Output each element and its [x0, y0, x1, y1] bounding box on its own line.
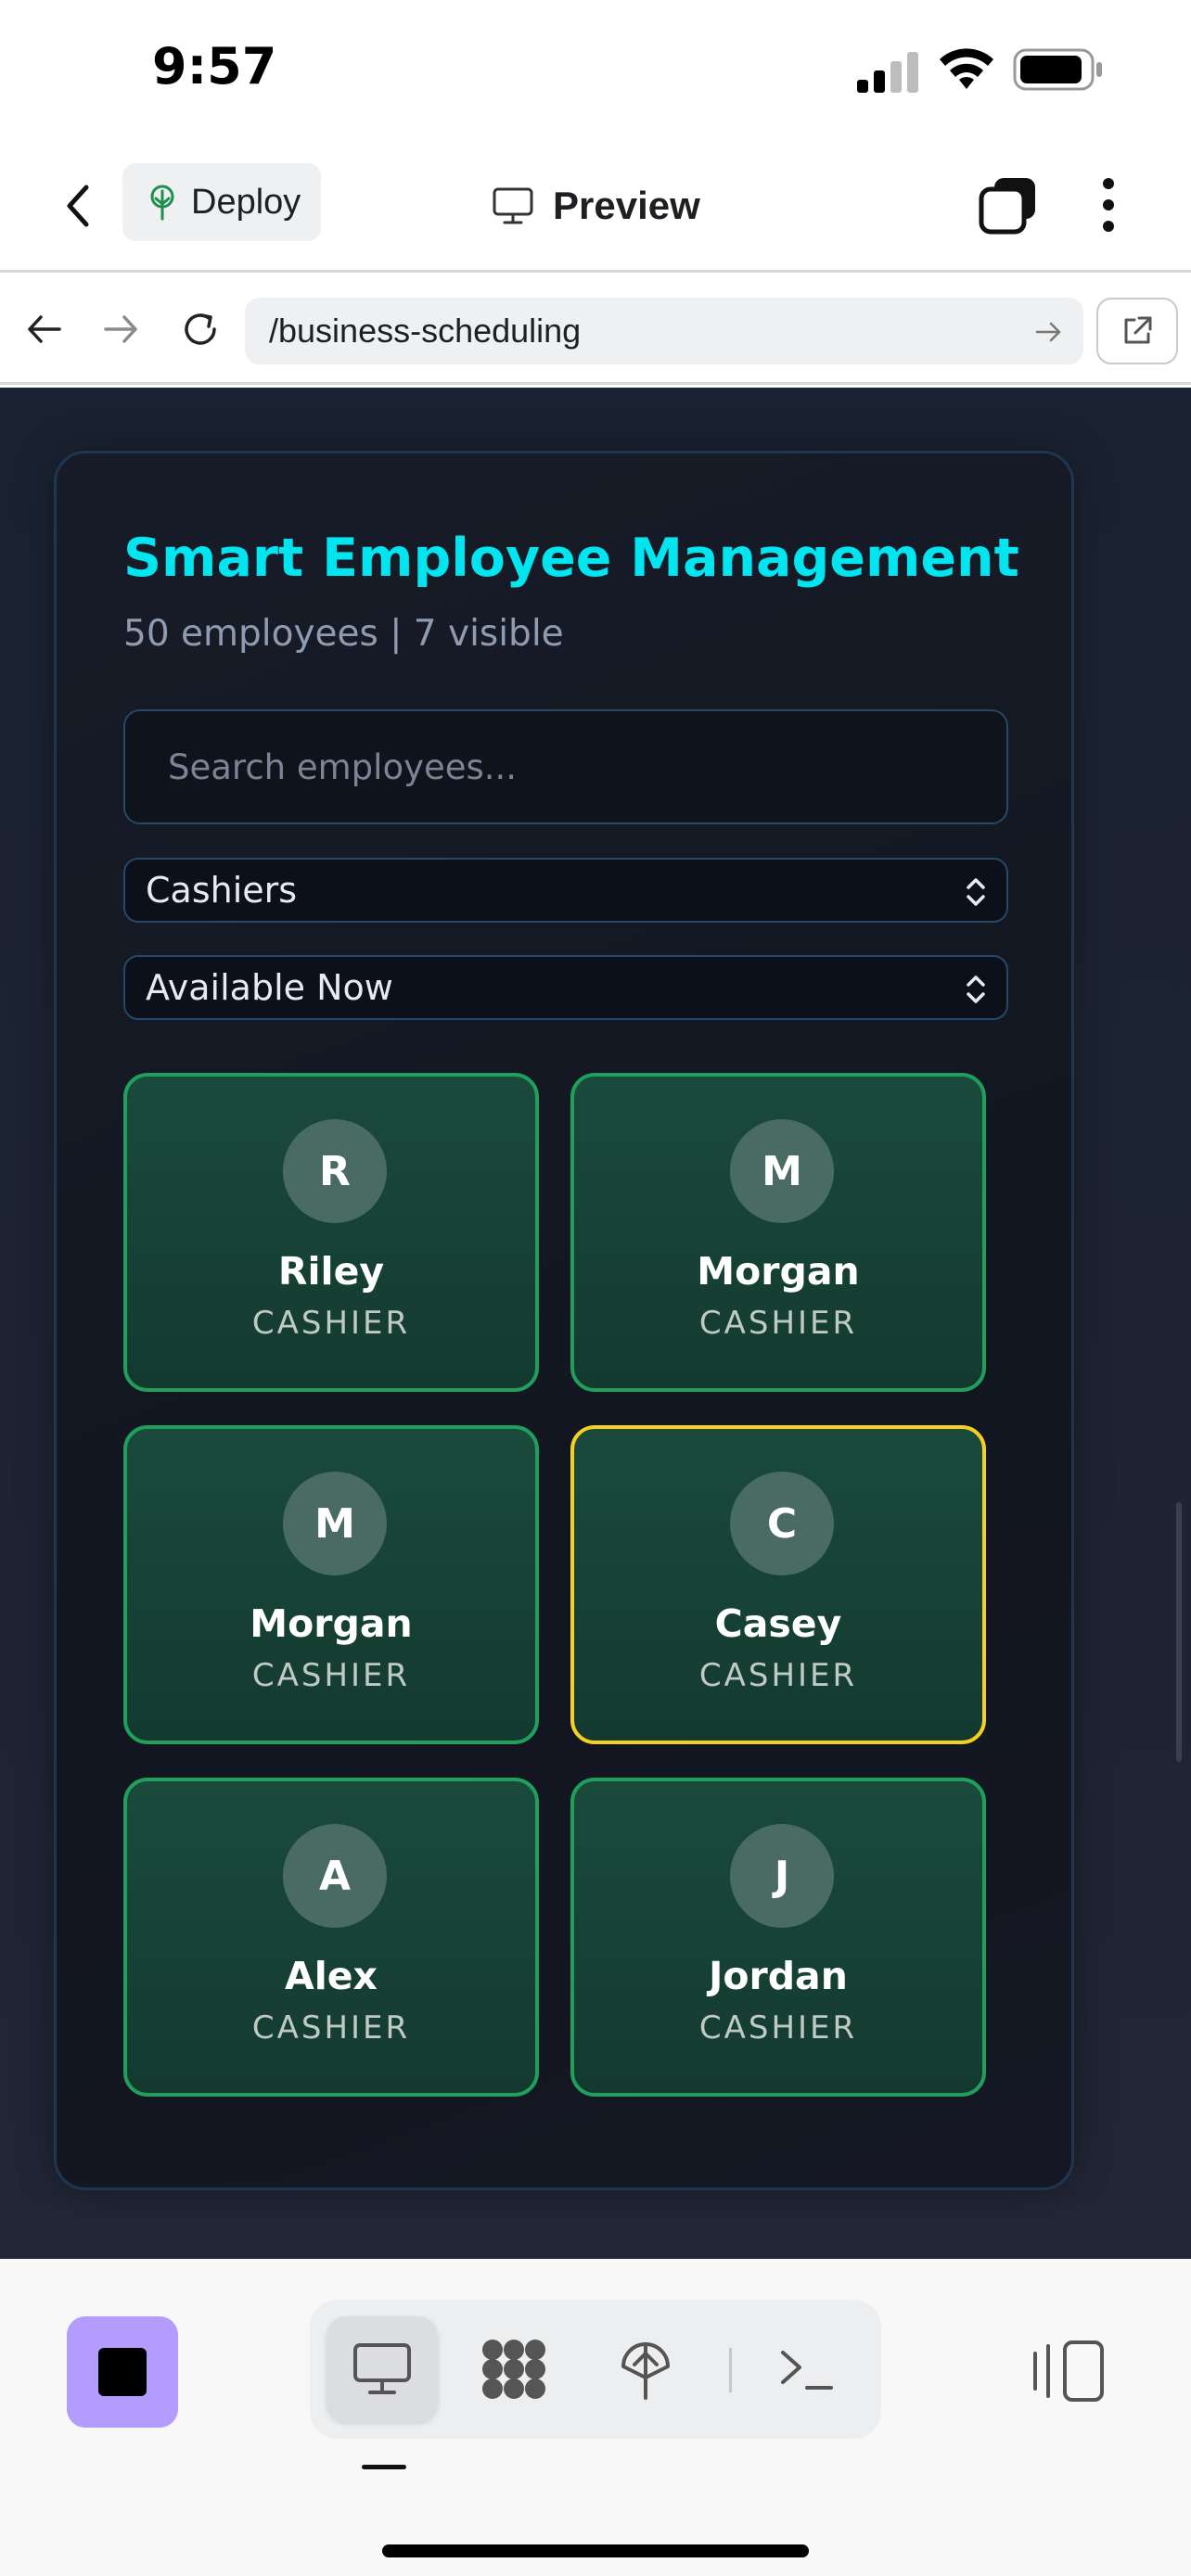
wifi-icon: [940, 48, 993, 89]
preview-label: Preview: [553, 184, 700, 227]
employee-name: Casey: [714, 1601, 842, 1646]
deploy-view-button[interactable]: [590, 2316, 701, 2422]
battery-icon: [1013, 48, 1102, 91]
avatar: C: [730, 1472, 834, 1575]
tabs-icon[interactable]: [978, 174, 1039, 236]
back-arrow-icon: [67, 185, 89, 227]
avatar: R: [283, 1119, 387, 1223]
deploy-label: Deploy: [191, 182, 301, 222]
stop-button[interactable]: [67, 2316, 178, 2428]
view-mode-switcher: [310, 2300, 881, 2439]
avatar: A: [283, 1824, 387, 1928]
reload-button[interactable]: [173, 301, 228, 357]
monitor-icon: [493, 187, 533, 224]
select-chevron-icon: [967, 878, 985, 906]
nav-back-icon: [28, 315, 61, 343]
employee-role: CASHIER: [698, 1305, 858, 1342]
employee-role: CASHIER: [698, 1657, 858, 1694]
url-bar: /business-scheduling: [0, 275, 1191, 385]
employee-card[interactable]: M Morgan CASHIER: [123, 1425, 539, 1744]
nodes-view-button[interactable]: [458, 2316, 570, 2422]
more-vertical-icon: [1103, 178, 1114, 189]
nav-forward-button[interactable]: [93, 301, 148, 357]
app-header: Deploy Preview: [0, 139, 1191, 273]
back-button[interactable]: [52, 176, 104, 236]
status-time: 9:57: [152, 37, 277, 96]
employee-role: CASHIER: [251, 1657, 411, 1694]
avatar: J: [730, 1824, 834, 1928]
avatar: M: [730, 1119, 834, 1223]
open-external-button[interactable]: [1096, 298, 1178, 364]
reload-icon: [185, 313, 216, 345]
availability-filter-value: Available Now: [146, 967, 393, 1008]
employee-name: Jordan: [709, 1954, 848, 1998]
employee-role: CASHIER: [251, 1305, 411, 1342]
desktop-icon: [353, 2343, 411, 2394]
search-input[interactable]: [123, 709, 1008, 824]
terminal-button[interactable]: [751, 2316, 863, 2422]
more-options-button[interactable]: [1085, 172, 1132, 237]
employee-card[interactable]: M Morgan CASHIER: [570, 1073, 986, 1392]
split-view-icon[interactable]: [1030, 2339, 1106, 2404]
employee-card-selected[interactable]: C Casey CASHIER: [570, 1425, 986, 1744]
availability-filter-select[interactable]: Available Now: [123, 955, 1008, 1020]
employee-name: Morgan: [697, 1249, 860, 1294]
role-filter-select[interactable]: Cashiers: [123, 858, 1008, 923]
employee-card[interactable]: J Jordan CASHIER: [570, 1778, 986, 2097]
employee-name: Morgan: [250, 1601, 413, 1646]
scrollbar[interactable]: [1176, 1502, 1182, 1762]
nav-back-button[interactable]: [17, 301, 72, 357]
home-indicator: [382, 2544, 809, 2557]
stop-icon: [98, 2348, 147, 2396]
employee-role: CASHIER: [251, 2009, 411, 2047]
nodes-icon: [482, 2340, 545, 2399]
terminal-icon: [781, 2351, 833, 2390]
deploy-tree-icon: [150, 185, 174, 221]
status-bar: 9:57: [0, 0, 1191, 139]
employee-card[interactable]: R Riley CASHIER: [123, 1073, 539, 1392]
preview-title: Preview: [492, 172, 700, 239]
select-chevron-icon: [967, 976, 985, 1003]
employee-count: 50 employees | 7 visible: [123, 613, 564, 655]
url-field[interactable]: /business-scheduling: [245, 298, 1083, 364]
desktop-view-button[interactable]: [327, 2316, 438, 2422]
external-link-icon: [1124, 316, 1152, 344]
page-title: Smart Employee Management: [123, 528, 1019, 589]
nav-forward-icon: [104, 315, 137, 343]
active-mode-indicator: [362, 2465, 406, 2469]
employee-role: CASHIER: [698, 2009, 858, 2047]
url-text: /business-scheduling: [269, 312, 582, 350]
bottom-toolbar: [0, 2259, 1191, 2576]
go-arrow-icon[interactable]: [1033, 316, 1065, 348]
avatar: M: [283, 1472, 387, 1575]
employee-management-panel: Smart Employee Management 50 employees |…: [54, 451, 1074, 2190]
employee-name: Riley: [277, 1249, 385, 1294]
toolbar-divider: [729, 2348, 732, 2392]
deploy-button[interactable]: Deploy: [122, 163, 321, 241]
cellular-signal-icon: [857, 52, 918, 93]
employee-name: Alex: [284, 1954, 378, 1998]
role-filter-value: Cashiers: [146, 870, 298, 911]
employee-card[interactable]: A Alex CASHIER: [123, 1778, 539, 2097]
deploy-icon: [621, 2342, 670, 2400]
